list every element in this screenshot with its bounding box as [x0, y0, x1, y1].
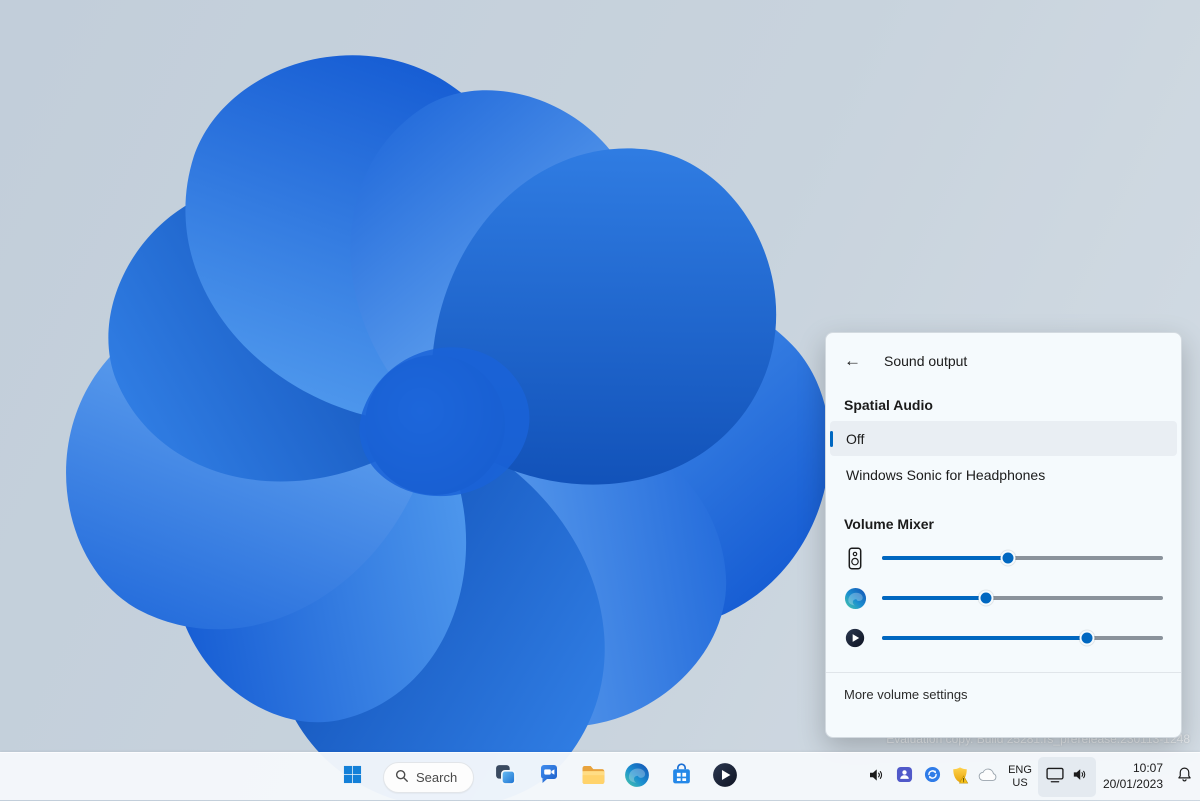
media-player-icon: [842, 628, 868, 648]
microsoft-store-button[interactable]: [660, 756, 702, 798]
sound-output-flyout: ← Sound output Spatial Audio Off Windows…: [825, 332, 1182, 738]
security-shield-warning-icon: [951, 766, 969, 789]
speaker-device-icon: [842, 547, 868, 570]
volume-slider-row-system: [826, 538, 1181, 578]
speaker-icon: [1071, 766, 1088, 788]
task-view-icon: [494, 763, 517, 791]
cast-display-icon: [1046, 767, 1064, 788]
edge-button[interactable]: [616, 756, 658, 798]
slider-fill: [882, 596, 986, 600]
back-button[interactable]: ←: [844, 349, 868, 373]
edge-volume-slider[interactable]: [882, 588, 1163, 608]
tray-date: 20/01/2023: [1103, 777, 1163, 793]
taskbar-center-icons: Search: [330, 753, 747, 801]
edge-icon: [624, 762, 650, 793]
back-arrow-icon: ←: [844, 351, 861, 370]
media-player-button[interactable]: [704, 756, 746, 798]
spatial-audio-header: Spatial Audio: [826, 397, 1181, 413]
system-tray: ENG US 10:07 20/01/2023: [862, 753, 1198, 801]
speaker-icon: [867, 766, 885, 789]
slider-thumb[interactable]: [978, 591, 993, 606]
file-explorer-icon: [581, 764, 606, 791]
tray-onedrive-button[interactable]: [974, 757, 1002, 797]
slider-fill: [882, 556, 1008, 560]
volume-slider-row-media-player: [826, 618, 1181, 658]
tray-security-button[interactable]: [946, 757, 974, 797]
language-line2: US: [1012, 777, 1027, 790]
notifications-button[interactable]: [1170, 757, 1198, 797]
chat-button[interactable]: [528, 756, 570, 798]
volume-slider-row-edge: [826, 578, 1181, 618]
option-label: Windows Sonic for Headphones: [846, 467, 1045, 483]
tray-teams-button[interactable]: [890, 757, 918, 797]
selected-indicator: [830, 431, 833, 447]
spatial-audio-option-windows-sonic[interactable]: Windows Sonic for Headphones: [830, 457, 1177, 492]
slider-fill: [882, 636, 1087, 640]
system-volume-slider[interactable]: [882, 548, 1163, 568]
file-explorer-button[interactable]: [572, 756, 614, 798]
microsoft-store-icon: [670, 763, 693, 791]
chat-icon: [537, 763, 561, 792]
taskbar: Search: [0, 752, 1200, 800]
slider-thumb[interactable]: [1080, 631, 1095, 646]
windows-update-icon: [924, 766, 941, 788]
tray-update-button[interactable]: [918, 757, 946, 797]
search-box[interactable]: Search: [383, 762, 474, 793]
media-player-volume-slider[interactable]: [882, 628, 1163, 648]
tray-volume-button[interactable]: [862, 757, 890, 797]
spatial-audio-option-off[interactable]: Off: [830, 421, 1177, 456]
teams-icon: [896, 766, 913, 788]
option-label: Off: [846, 431, 864, 447]
edge-icon: [842, 587, 868, 610]
volume-mixer-header: Volume Mixer: [826, 516, 1181, 532]
language-selector[interactable]: ENG US: [1002, 757, 1038, 797]
onedrive-cloud-icon: [978, 768, 998, 787]
notification-bell-icon: [1176, 766, 1193, 788]
media-player-icon: [712, 762, 738, 793]
flyout-header: ← Sound output: [826, 339, 1181, 377]
task-view-button[interactable]: [484, 756, 526, 798]
search-label: Search: [416, 770, 457, 785]
flyout-title: Sound output: [884, 353, 967, 369]
search-icon: [395, 769, 409, 786]
tray-time: 10:07: [1133, 761, 1163, 777]
clock-tray-button[interactable]: 10:07 20/01/2023: [1096, 757, 1170, 797]
quick-settings-button[interactable]: [1038, 757, 1096, 797]
slider-thumb[interactable]: [1001, 551, 1016, 566]
more-volume-settings-link[interactable]: More volume settings: [826, 673, 1181, 715]
language-line1: ENG: [1008, 764, 1032, 777]
windows-logo-icon: [343, 765, 362, 789]
start-button[interactable]: [331, 756, 373, 798]
